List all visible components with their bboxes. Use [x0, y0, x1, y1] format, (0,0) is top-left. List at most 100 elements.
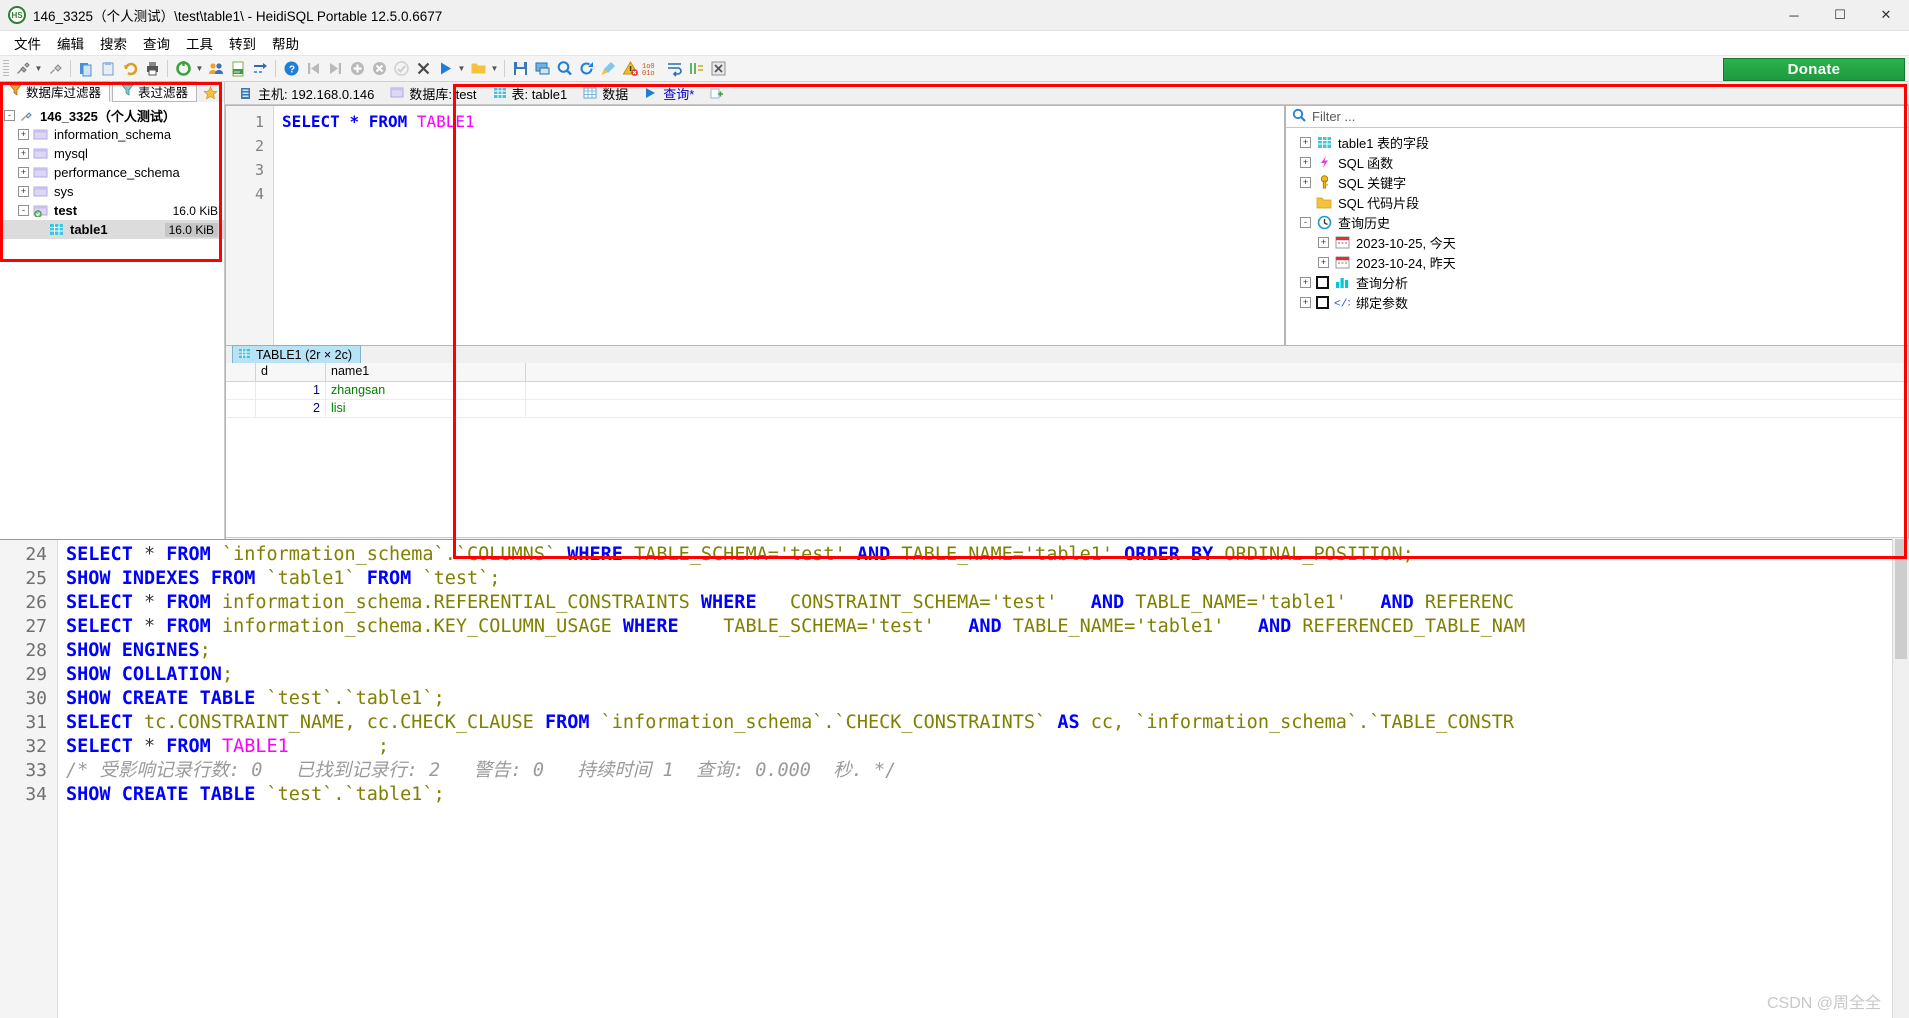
add-record-icon[interactable]	[346, 58, 368, 80]
run-dropdown-icon[interactable]: ▼	[456, 58, 467, 80]
editor-code[interactable]: SELECT * FROM TABLE1	[274, 106, 1284, 345]
menu-item-help[interactable]: 帮助	[264, 31, 307, 55]
tree-node-performance-schema[interactable]: + performance_schema	[0, 163, 224, 182]
expander-plus-icon[interactable]: +	[1300, 176, 1311, 188]
wrap-icon[interactable]	[663, 58, 685, 80]
tab-database-filter[interactable]: 数据库过滤器	[0, 81, 111, 102]
connect-icon[interactable]	[11, 58, 33, 80]
donate-button[interactable]: Donate	[1723, 58, 1905, 81]
grid-cell-id[interactable]: 2	[256, 400, 326, 417]
bind-parameters-checkbox[interactable]	[1316, 295, 1329, 309]
tab-database[interactable]: 数据库: test	[382, 82, 484, 104]
undo-icon[interactable]	[119, 58, 141, 80]
helper-node-bind-parameters[interactable]: + </> 绑定参数	[1286, 292, 1908, 312]
expander-plus-icon[interactable]: +	[1300, 296, 1311, 308]
grid-cell-name1[interactable]: lisi	[326, 400, 526, 417]
menu-item-goto[interactable]: 转到	[221, 31, 264, 55]
grid-header-col-name1[interactable]: name1	[326, 363, 526, 381]
grid-cell-name1[interactable]: zhangsan	[326, 382, 526, 399]
expander-minus-icon[interactable]: -	[18, 205, 29, 216]
disconnect-icon[interactable]	[44, 58, 66, 80]
result-tab-table1[interactable]: TABLE1 (2r × 2c)	[232, 345, 361, 363]
helper-node-sql-keywords[interactable]: + SQL 关键字	[1286, 172, 1908, 192]
tree-node-table1[interactable]: table1 16.0 KiB	[0, 220, 224, 239]
clean-icon[interactable]	[597, 58, 619, 80]
connect-dropdown-icon[interactable]: ▼	[33, 58, 44, 80]
import-icon[interactable]	[249, 58, 271, 80]
expander-plus-icon[interactable]: +	[1318, 256, 1329, 268]
find-icon[interactable]	[553, 58, 575, 80]
expander-minus-icon[interactable]: -	[4, 110, 15, 121]
helper-node-sql-snippets[interactable]: SQL 代码片段	[1286, 192, 1908, 212]
query-analysis-checkbox[interactable]	[1316, 275, 1329, 289]
menu-item-file[interactable]: 文件	[6, 31, 49, 55]
run-query-icon[interactable]	[434, 58, 456, 80]
expander-plus-icon[interactable]: +	[18, 167, 29, 178]
first-record-icon[interactable]	[302, 58, 324, 80]
result-grid[interactable]: d name1 1 zhangsan 2 lisi	[226, 363, 1908, 418]
sql-log-panel[interactable]: 24 25 26 27 28 29 30 31 32 33 34 SELECT …	[0, 539, 1909, 1018]
expander-plus-icon[interactable]: +	[1300, 136, 1311, 148]
helper-node-query-history[interactable]: - 查询历史	[1286, 212, 1908, 232]
minimize-button[interactable]: ─	[1771, 0, 1817, 30]
close-tab-icon[interactable]	[707, 58, 729, 80]
sql-editor[interactable]: 1 2 3 4 SELECT * FROM TABLE1	[225, 105, 1285, 346]
table-row[interactable]: 2 lisi	[226, 400, 1908, 418]
helper-node-history-today[interactable]: + 2023-10-25, 今天	[1286, 232, 1908, 252]
refresh-icon[interactable]	[172, 58, 194, 80]
log-scrollbar-thumb[interactable]	[1895, 539, 1907, 659]
expander-plus-icon[interactable]: +	[1300, 276, 1311, 288]
expander-plus-icon[interactable]: +	[18, 129, 29, 140]
tab-table-filter[interactable]: 表过滤器	[112, 81, 198, 102]
tab-host[interactable]: 主机: 192.168.0.146	[231, 82, 382, 104]
refresh-dropdown-icon[interactable]: ▼	[194, 58, 205, 80]
close-button[interactable]: ✕	[1863, 0, 1909, 30]
table-row[interactable]: 1 zhangsan	[226, 382, 1908, 400]
maximize-button[interactable]: ☐	[1817, 0, 1863, 30]
menu-item-tools[interactable]: 工具	[178, 31, 221, 55]
expander-minus-icon[interactable]: -	[1300, 216, 1311, 228]
tree-node-test[interactable]: - test 16.0 KiB	[0, 201, 224, 220]
menu-item-search[interactable]: 搜索	[92, 31, 135, 55]
tree-node-sys[interactable]: + sys	[0, 182, 224, 201]
tab-data[interactable]: 数据	[575, 82, 636, 104]
grid-cell-id[interactable]: 1	[256, 382, 326, 399]
helper-filter-input[interactable]: Filter ...	[1286, 106, 1908, 128]
log-code[interactable]: SELECT * FROM `information_schema`.`COLU…	[58, 540, 1909, 1018]
help-icon[interactable]: ?	[280, 58, 302, 80]
expander-plus-icon[interactable]: +	[1300, 156, 1311, 168]
csv-export-icon[interactable]: csv	[227, 58, 249, 80]
toolbar-grip[interactable]	[3, 59, 9, 78]
format-icon[interactable]	[685, 58, 707, 80]
warning-icon[interactable]	[619, 58, 641, 80]
add-query-tab-button[interactable]	[702, 82, 732, 104]
expander-plus-icon[interactable]: +	[1318, 236, 1329, 248]
folder-dropdown-icon[interactable]: ▼	[489, 58, 500, 80]
binary-icon[interactable]: 1o0 01o	[641, 58, 663, 80]
tree-node-connection[interactable]: - 146_3325（个人测试）	[0, 106, 224, 125]
print-icon[interactable]	[141, 58, 163, 80]
last-record-icon[interactable]	[324, 58, 346, 80]
commit-icon[interactable]	[390, 58, 412, 80]
tab-table[interactable]: 表: table1	[485, 82, 576, 104]
copy-icon[interactable]	[75, 58, 97, 80]
tree-node-information-schema[interactable]: + information_schema	[0, 125, 224, 144]
blue-window-icon[interactable]	[531, 58, 553, 80]
expander-plus-icon[interactable]: +	[18, 186, 29, 197]
star-icon[interactable]	[199, 83, 221, 102]
refresh2-icon[interactable]	[575, 58, 597, 80]
helper-node-query-analysis[interactable]: + 查询分析	[1286, 272, 1908, 292]
helper-node-history-yesterday[interactable]: + 2023-10-24, 昨天	[1286, 252, 1908, 272]
log-scrollbar[interactable]	[1892, 539, 1909, 1018]
menu-item-edit[interactable]: 编辑	[49, 31, 92, 55]
expander-plus-icon[interactable]: +	[18, 148, 29, 159]
tab-query[interactable]: 查询*	[636, 82, 702, 104]
grid-header-rownum[interactable]	[226, 363, 256, 381]
cancel-icon[interactable]	[412, 58, 434, 80]
users-icon[interactable]	[205, 58, 227, 80]
helper-node-table-columns[interactable]: + table1 表的字段	[1286, 132, 1908, 152]
tree-node-mysql[interactable]: + mysql	[0, 144, 224, 163]
menu-item-query[interactable]: 查询	[135, 31, 178, 55]
paste-icon[interactable]	[97, 58, 119, 80]
helper-node-sql-functions[interactable]: + SQL 函数	[1286, 152, 1908, 172]
